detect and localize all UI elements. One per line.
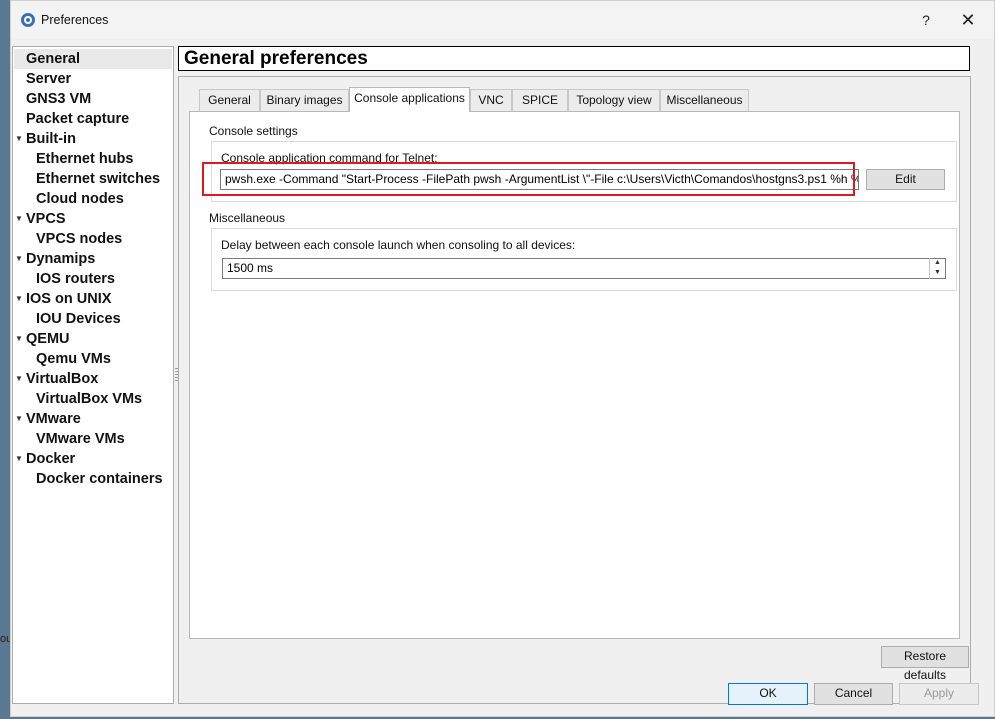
expand-arrow-icon[interactable]: ▼ — [14, 409, 24, 429]
expand-arrow-icon[interactable]: ▼ — [14, 249, 24, 269]
help-button[interactable]: ? — [916, 10, 936, 30]
expand-arrow-icon[interactable]: ▼ — [14, 289, 24, 309]
tab-spice[interactable]: SPICE — [512, 89, 568, 111]
title-bar: Preferences ? ✕ — [11, 1, 994, 39]
delay-label: Delay between each console launch when c… — [221, 238, 576, 252]
tree-item-ethernet-switches[interactable]: Ethernet switches — [36, 169, 160, 189]
misc-group-label: Miscellaneous — [209, 211, 286, 225]
restore-defaults-button[interactable]: Restore defaults — [881, 646, 969, 682]
tab-general[interactable]: General — [199, 89, 260, 111]
spin-down-icon[interactable]: ▼ — [930, 268, 945, 278]
preferences-tree: General Server GNS3 VM Packet capture ▼ Built… — [12, 46, 174, 704]
tree-item-gns3-vm[interactable]: GNS3 VM — [26, 89, 91, 109]
tree-item-qemu-vms[interactable]: Qemu VMs — [36, 349, 111, 369]
tree-item-docker[interactable]: Docker — [26, 449, 75, 469]
tree-item-packet-capture[interactable]: Packet capture — [26, 109, 129, 129]
tree-item-ethernet-hubs[interactable]: Ethernet hubs — [36, 149, 133, 169]
tree-item-ios-routers[interactable]: IOS routers — [36, 269, 115, 289]
telnet-command-label: Console application command for Telnet: — [221, 151, 438, 165]
telnet-command-input[interactable]: pwsh.exe -Command "Start-Process -FilePa… — [220, 169, 859, 190]
tree-item-vpcs[interactable]: VPCS — [26, 209, 66, 229]
tree-item-dynamips[interactable]: Dynamips — [26, 249, 95, 269]
delay-spin-buttons: ▲ ▼ — [929, 258, 945, 279]
tab-vnc[interactable]: VNC — [470, 89, 512, 111]
tree-item-qemu[interactable]: QEMU — [26, 329, 70, 349]
tab-console-applications[interactable]: Console applications — [349, 87, 470, 112]
console-settings-group-label: Console settings — [209, 124, 298, 138]
tab-binary-images[interactable]: Binary images — [260, 89, 349, 111]
tree-item-docker-containers[interactable]: Docker containers — [36, 469, 163, 489]
tree-item-virtualbox[interactable]: VirtualBox — [26, 369, 98, 389]
tree-item-built-in[interactable]: Built-in — [26, 129, 76, 149]
tree-item-vpcs-nodes[interactable]: VPCS nodes — [36, 229, 122, 249]
tree-item-server[interactable]: Server — [26, 69, 71, 89]
close-button[interactable]: ✕ — [956, 9, 980, 31]
expand-arrow-icon[interactable]: ▼ — [14, 449, 24, 469]
tree-item-general[interactable]: General — [14, 49, 172, 69]
tree-item-iou-devices[interactable]: IOU Devices — [36, 309, 121, 329]
tree-item-ios-on-unix[interactable]: IOS on UNIX — [26, 289, 111, 309]
gns3-app-icon — [21, 13, 35, 27]
edit-button-label: Edit — [895, 172, 916, 186]
tree-item-vmware-vms[interactable]: VMware VMs — [36, 429, 125, 449]
expand-arrow-icon[interactable]: ▼ — [14, 329, 24, 349]
window-title: Preferences — [41, 13, 109, 27]
edit-button[interactable]: Edit — [866, 169, 945, 190]
delay-spinbox[interactable]: 1500 ms — [222, 258, 946, 279]
expand-arrow-icon[interactable]: ▼ — [14, 369, 24, 389]
expand-arrow-icon[interactable]: ▼ — [14, 209, 24, 229]
ok-button[interactable]: OK — [728, 683, 808, 705]
tree-item-vmware[interactable]: VMware — [26, 409, 81, 429]
tree-item-virtualbox-vms[interactable]: VirtualBox VMs — [36, 389, 142, 409]
tree-item-cloud-nodes[interactable]: Cloud nodes — [36, 189, 124, 209]
tab-topology-view[interactable]: Topology view — [568, 89, 660, 111]
page-title: General preferences — [178, 46, 970, 71]
spin-up-icon[interactable]: ▲ — [930, 258, 945, 268]
cancel-button[interactable]: Cancel — [814, 683, 893, 705]
expand-arrow-icon[interactable]: ▼ — [14, 129, 24, 149]
tab-miscellaneous[interactable]: Miscellaneous — [660, 89, 749, 111]
apply-button[interactable]: Apply — [899, 683, 979, 705]
